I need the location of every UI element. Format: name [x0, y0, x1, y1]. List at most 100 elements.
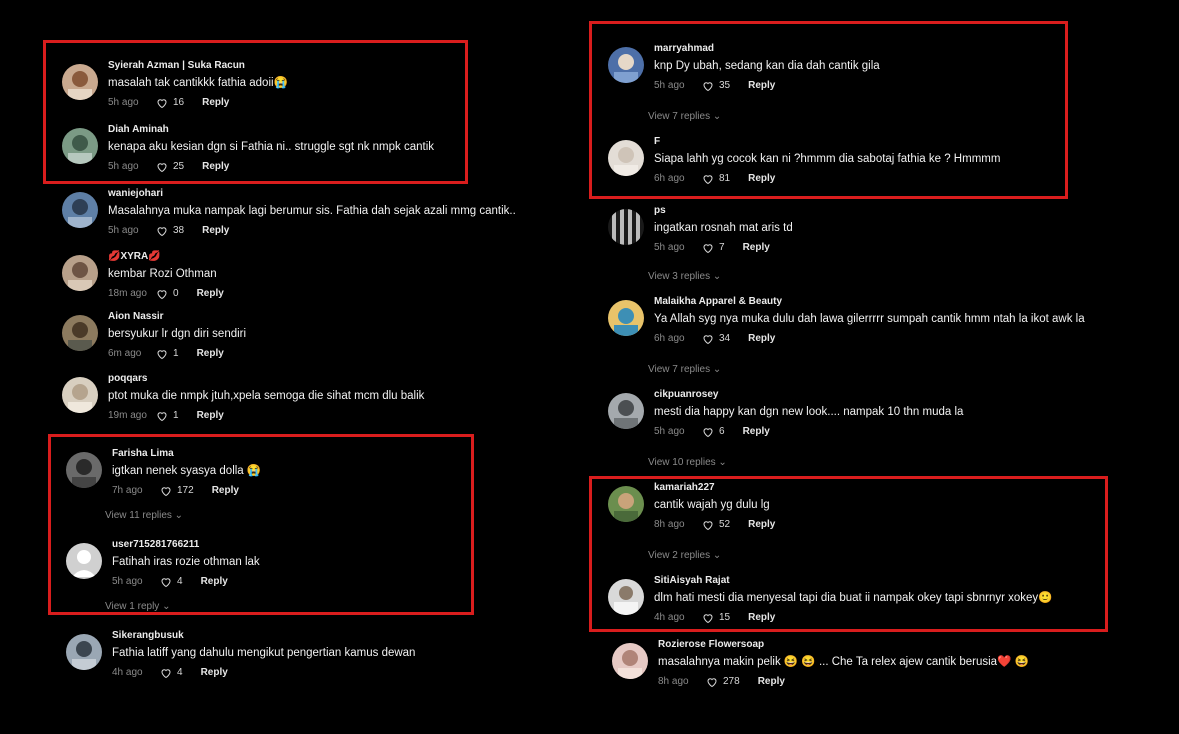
view-replies-link[interactable]: View 11 replies ⌄	[105, 510, 183, 521]
avatar[interactable]	[62, 64, 98, 100]
reply-button[interactable]: Reply	[743, 241, 770, 255]
like-count: 52	[719, 519, 731, 530]
view-replies-link[interactable]: View 2 replies ⌄	[648, 550, 721, 561]
avatar[interactable]	[62, 192, 98, 228]
avatar[interactable]	[62, 128, 98, 164]
like-count: 81	[719, 173, 731, 184]
like-button[interactable]: 7	[702, 241, 725, 255]
reply-button[interactable]: Reply	[748, 518, 775, 532]
username[interactable]: Aion Nassir	[108, 311, 588, 323]
view-replies-link[interactable]: View 7 replies ⌄	[648, 111, 721, 122]
comment-text: cantik wajah yg dulu lg	[654, 499, 770, 511]
username[interactable]: Rozierose Flowersoap	[658, 639, 1138, 651]
reply-button[interactable]: Reply	[212, 484, 239, 498]
username[interactable]: Syierah Azman | Suka Racun	[108, 60, 588, 72]
avatar[interactable]	[608, 140, 644, 176]
username[interactable]: ps	[654, 205, 1134, 217]
chevron-down-icon: ⌄	[712, 111, 722, 122]
like-button[interactable]: 16	[156, 96, 184, 110]
reply-button[interactable]: Reply	[201, 666, 228, 680]
like-count: 7	[719, 242, 725, 253]
username[interactable]: waniejohari	[108, 188, 588, 200]
reply-button[interactable]: Reply	[201, 575, 228, 589]
avatar[interactable]	[608, 47, 644, 83]
like-button[interactable]: 278	[706, 675, 740, 689]
avatar[interactable]	[608, 300, 644, 336]
username[interactable]: Diah Aminah	[108, 124, 588, 136]
like-button[interactable]: 1	[156, 347, 179, 361]
avatar[interactable]	[608, 579, 644, 615]
avatar[interactable]	[66, 634, 102, 670]
reply-button[interactable]: Reply	[748, 611, 775, 625]
like-count: 35	[719, 80, 731, 91]
comment-text: Fatihah iras rozie othman lak	[112, 556, 260, 568]
reply-button[interactable]: Reply	[202, 96, 229, 110]
view-replies-link[interactable]: View 1 reply ⌄	[105, 601, 170, 612]
reply-button[interactable]: Reply	[197, 409, 224, 423]
avatar[interactable]	[608, 209, 644, 245]
like-button[interactable]: 1	[156, 409, 179, 423]
heart-icon	[703, 428, 713, 438]
reply-button[interactable]: Reply	[202, 160, 229, 174]
view-replies-link[interactable]: View 3 replies ⌄	[648, 271, 721, 282]
reply-button[interactable]: Reply	[748, 332, 775, 346]
timestamp: 5h ago	[654, 426, 685, 437]
username[interactable]: Malaikha Apparel & Beauty	[654, 296, 1134, 308]
username[interactable]: cikpuanrosey	[654, 389, 1134, 401]
heart-icon	[703, 614, 713, 624]
reply-button[interactable]: Reply	[197, 347, 224, 361]
timestamp: 19m ago	[108, 410, 147, 421]
comment-text: mesti dia happy kan dgn new look.... nam…	[654, 406, 964, 418]
username[interactable]: marryahmad	[654, 43, 1134, 55]
reply-button[interactable]: Reply	[748, 172, 775, 186]
timestamp: 5h ago	[108, 225, 139, 236]
username[interactable]: SitiAisyah Rajat	[654, 575, 1134, 587]
username[interactable]: poqqars	[108, 373, 588, 385]
avatar[interactable]	[608, 393, 644, 429]
comment-text: kenapa aku kesian dgn si Fathia ni.. str…	[108, 141, 435, 153]
heart-icon	[157, 163, 167, 173]
like-button[interactable]: 4	[160, 575, 183, 589]
like-button[interactable]: 6	[702, 425, 725, 439]
avatar[interactable]	[66, 452, 102, 488]
username[interactable]: Farisha Lima	[112, 448, 592, 460]
avatar[interactable]	[66, 543, 102, 579]
timestamp: 5h ago	[112, 576, 143, 587]
like-button[interactable]: 81	[702, 172, 730, 186]
like-button[interactable]: 35	[702, 79, 730, 93]
like-button[interactable]: 172	[160, 484, 194, 498]
username[interactable]: F	[654, 136, 1134, 148]
reply-button[interactable]: Reply	[743, 425, 770, 439]
timestamp: 6h ago	[654, 333, 685, 344]
avatar[interactable]	[62, 315, 98, 351]
like-button[interactable]: 25	[156, 160, 184, 174]
view-replies-link[interactable]: View 7 replies ⌄	[648, 364, 721, 375]
reply-button[interactable]: Reply	[748, 79, 775, 93]
reply-button[interactable]: Reply	[202, 224, 229, 238]
comment-text: knp Dy ubah, sedang kan dia dah cantik g…	[654, 60, 880, 72]
like-button[interactable]: 38	[156, 224, 184, 238]
like-button[interactable]: 34	[702, 332, 730, 346]
username[interactable]: Sikerangbusuk	[112, 630, 592, 642]
username[interactable]: user715281766211	[112, 539, 592, 551]
avatar[interactable]	[608, 486, 644, 522]
timestamp: 6h ago	[654, 173, 685, 184]
reply-button[interactable]: Reply	[197, 287, 224, 301]
view-replies-link[interactable]: View 10 replies ⌄	[648, 457, 727, 468]
chevron-down-icon: ⌄	[712, 550, 722, 561]
timestamp: 5h ago	[108, 97, 139, 108]
reply-button[interactable]: Reply	[758, 675, 785, 689]
avatar[interactable]	[612, 643, 648, 679]
like-button[interactable]: 4	[160, 666, 183, 680]
avatar[interactable]	[62, 255, 98, 291]
comment-text: ptot muka die nmpk jtuh,xpela semoga die…	[108, 390, 425, 402]
heart-icon	[161, 487, 171, 497]
like-button[interactable]: 0	[156, 287, 179, 301]
like-button[interactable]: 15	[702, 611, 730, 625]
comment-text: Ya Allah syg nya muka dulu dah lawa gile…	[654, 313, 1085, 325]
comment-text: Siapa lahh yg cocok kan ni ?hmmm dia sab…	[654, 153, 1001, 165]
like-button[interactable]: 52	[702, 518, 730, 532]
username[interactable]: kamariah227	[654, 482, 1134, 494]
avatar[interactable]	[62, 377, 98, 413]
username[interactable]: 💋XYRA💋	[108, 251, 588, 263]
